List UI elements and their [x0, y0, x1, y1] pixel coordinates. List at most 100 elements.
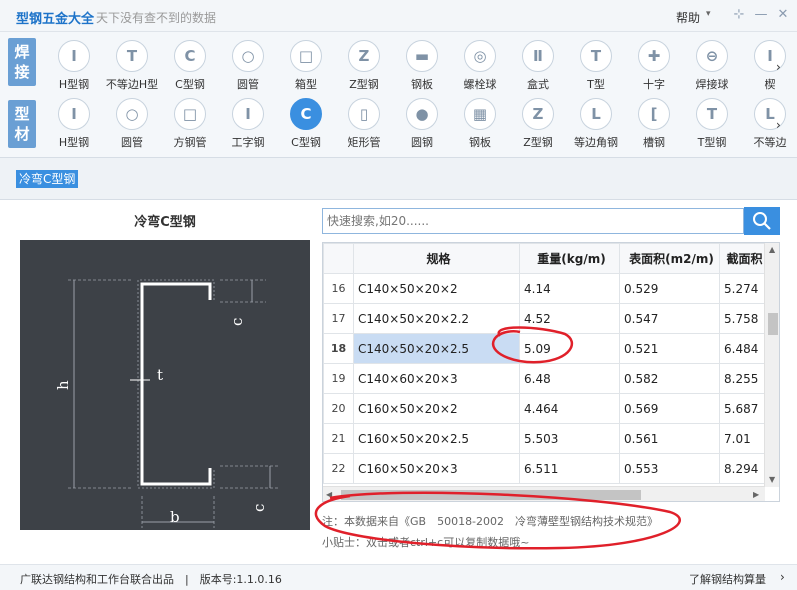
- profile-shape-icon: Ⅱ: [522, 40, 554, 72]
- tool-row1-2[interactable]: C C型钢: [160, 40, 220, 98]
- column-header-surface-area[interactable]: 表面积(m2/m): [619, 243, 720, 274]
- cell-area-section[interactable]: 7.01: [719, 423, 766, 454]
- cell-area-surface[interactable]: 0.547: [619, 303, 720, 334]
- tool-label: T型钢: [697, 136, 727, 149]
- tool-row1-4[interactable]: □ 箱型: [276, 40, 336, 98]
- cell-area-surface[interactable]: 0.553: [619, 453, 720, 484]
- tool-row1-7[interactable]: ◎ 螺栓球: [450, 40, 510, 98]
- tool-row2-2[interactable]: □ 方钢管: [160, 98, 220, 156]
- help-menu[interactable]: 帮助: [676, 9, 700, 26]
- table-row[interactable]: 22 C160×50×20×3 6.511 0.553 8.294: [323, 453, 766, 484]
- tool-row2-4[interactable]: C C型钢: [276, 98, 336, 156]
- scroll-thumb[interactable]: [341, 490, 641, 500]
- category-tab-profile[interactable]: 型 材: [8, 100, 36, 148]
- chevron-right-icon[interactable]: ›: [780, 570, 785, 584]
- category-tab-welded[interactable]: 焊 接: [8, 38, 36, 86]
- cell-spec[interactable]: C140×50×20×2.5: [353, 333, 520, 364]
- search-input[interactable]: [322, 208, 744, 234]
- cell-area-section[interactable]: 8.255: [719, 363, 766, 394]
- cell-area-surface[interactable]: 0.569: [619, 393, 720, 424]
- tool-row2-9[interactable]: L 等边角钢: [566, 98, 626, 156]
- cell-weight[interactable]: 6.511: [519, 453, 620, 484]
- tool-row1-9[interactable]: T T型: [566, 40, 626, 98]
- cell-area-surface[interactable]: 0.529: [619, 273, 720, 304]
- cell-area-section[interactable]: 8.294: [719, 453, 766, 484]
- cell-idx[interactable]: 19: [323, 363, 354, 394]
- learn-more-link[interactable]: 了解钢结构算量: [689, 571, 766, 587]
- cell-area-surface[interactable]: 0.521: [619, 333, 720, 364]
- tool-row1-5[interactable]: Z Z型钢: [334, 40, 394, 98]
- cell-idx[interactable]: 20: [323, 393, 354, 424]
- table-row[interactable]: 17 C140×50×20×2.2 4.52 0.547 5.758: [323, 303, 766, 334]
- column-header-spec[interactable]: 规格: [353, 243, 520, 274]
- cell-weight[interactable]: 6.48: [519, 363, 620, 394]
- tool-row2-3[interactable]: I 工字钢: [218, 98, 278, 156]
- scroll-left-icon[interactable]: ◀: [326, 490, 332, 499]
- cell-weight[interactable]: 4.464: [519, 393, 620, 424]
- cell-idx[interactable]: 17: [323, 303, 354, 334]
- chevron-right-icon[interactable]: ›: [776, 60, 781, 74]
- cell-area-section[interactable]: 5.758: [719, 303, 766, 334]
- cell-spec[interactable]: C140×60×20×3: [353, 363, 520, 394]
- tool-row1-12[interactable]: I楔: [740, 40, 797, 98]
- cell-weight[interactable]: 4.52: [519, 303, 620, 334]
- tool-row2-7[interactable]: ▦ 钢板: [450, 98, 510, 156]
- cell-spec[interactable]: C160×50×20×3: [353, 453, 520, 484]
- horizontal-scrollbar[interactable]: ◀ ▶: [323, 486, 765, 501]
- cell-idx[interactable]: 18: [323, 333, 354, 364]
- table-row[interactable]: 21 C160×50×20×2.5 5.503 0.561 7.01: [323, 423, 766, 454]
- cell-spec[interactable]: C160×50×20×2.5: [353, 423, 520, 454]
- minimize-button[interactable]: —: [752, 6, 770, 24]
- tool-row2-5[interactable]: ▯ 矩形管: [334, 98, 394, 156]
- chevron-right-icon[interactable]: ›: [776, 118, 781, 132]
- tool-row2-8[interactable]: Z Z型钢: [508, 98, 568, 156]
- cell-area-section[interactable]: 5.687: [719, 393, 766, 424]
- tool-row1-11[interactable]: ⊖ 焊接球: [682, 40, 742, 98]
- tool-row2-6[interactable]: ● 圆钢: [392, 98, 452, 156]
- cell-area-surface[interactable]: 0.582: [619, 363, 720, 394]
- cell-spec[interactable]: C140×50×20×2: [353, 273, 520, 304]
- profile-shape-icon: [: [638, 98, 670, 130]
- column-header-weight[interactable]: 重量(kg/m): [519, 243, 620, 274]
- tool-row1-1[interactable]: T 不等边H型: [102, 40, 162, 98]
- pin-icon[interactable]: ⊹: [730, 6, 748, 24]
- tool-row1-0[interactable]: I H型钢: [44, 40, 104, 98]
- table-row[interactable]: 19 C140×60×20×3 6.48 0.582 8.255: [323, 363, 766, 394]
- tool-row2-10[interactable]: [槽钢: [624, 98, 684, 156]
- tool-row2-12[interactable]: L 不等边: [740, 98, 797, 156]
- cell-weight[interactable]: 5.503: [519, 423, 620, 454]
- tool-row1-6[interactable]: ▬ 钢板: [392, 40, 452, 98]
- tool-row1-3[interactable]: ○ 圆管: [218, 40, 278, 98]
- profile-shape-icon: L: [580, 98, 612, 130]
- scroll-thumb[interactable]: [768, 313, 778, 335]
- cell-area-section[interactable]: 6.484: [719, 333, 766, 364]
- cell-spec[interactable]: C160×50×20×2: [353, 393, 520, 424]
- cell-area-section[interactable]: 5.274: [719, 273, 766, 304]
- scroll-up-icon[interactable]: ▲: [769, 245, 775, 254]
- column-header-section-area[interactable]: 截面积: [719, 243, 766, 274]
- cell-spec[interactable]: C140×50×20×2.2: [353, 303, 520, 334]
- scroll-down-icon[interactable]: ▼: [769, 475, 775, 484]
- tool-row2-1[interactable]: ○ 圆管: [102, 98, 162, 156]
- cell-idx[interactable]: 21: [323, 423, 354, 454]
- cell-weight[interactable]: 5.09: [519, 333, 620, 364]
- cell-area-surface[interactable]: 0.561: [619, 423, 720, 454]
- breadcrumb[interactable]: 冷弯C型钢: [16, 170, 79, 188]
- tool-row1-10[interactable]: ✚ 十字: [624, 40, 684, 98]
- table-row[interactable]: 20 C160×50×20×2 4.464 0.569 5.687: [323, 393, 766, 424]
- table-row[interactable]: 16 C140×50×20×2 4.14 0.529 5.274: [323, 273, 766, 304]
- tool-row2-0[interactable]: I H型钢: [44, 98, 104, 156]
- tool-row1-8[interactable]: Ⅱ 盒式: [508, 40, 568, 98]
- cell-weight[interactable]: 4.14: [519, 273, 620, 304]
- toolbar: 焊 接 型 材 I H型钢 T 不等边H型 C C型钢 ○ 圆管 □ 箱型 Z Z型钢 ▬ 钢板 ◎ 螺栓球 Ⅱ…: [0, 32, 797, 158]
- profile-shape-icon: □: [174, 98, 206, 130]
- chevron-down-icon[interactable]: ▾: [706, 9, 711, 19]
- cell-idx[interactable]: 22: [323, 453, 354, 484]
- tool-row2-11[interactable]: T T型钢: [682, 98, 742, 156]
- scroll-right-icon[interactable]: ▶: [753, 490, 759, 499]
- search-button[interactable]: [744, 207, 780, 235]
- cell-idx[interactable]: 16: [323, 273, 354, 304]
- close-button[interactable]: ✕: [774, 6, 792, 24]
- vertical-scrollbar[interactable]: ▲ ▼: [764, 243, 779, 487]
- table-row[interactable]: 18 C140×50×20×2.5 5.09 0.521 6.484: [323, 333, 766, 364]
